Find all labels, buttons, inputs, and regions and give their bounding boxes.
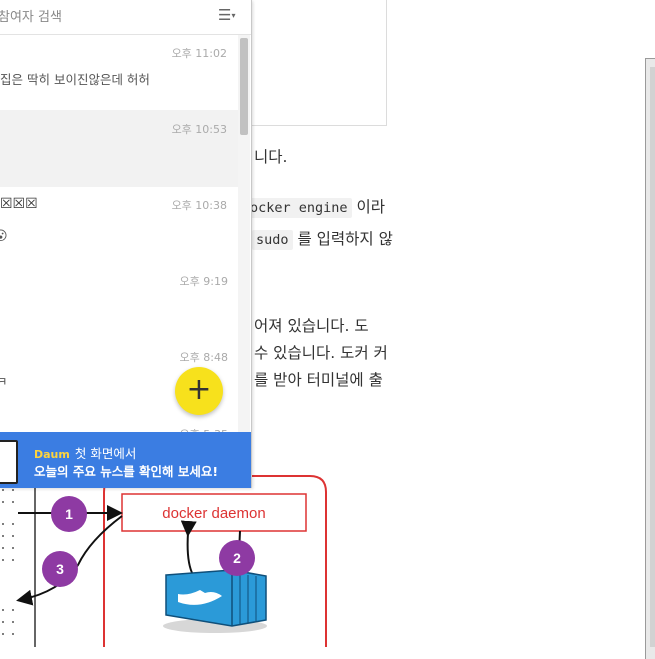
- chat-list-item[interactable]: 오후 10:38 ☒☒☒ 😮: [0, 187, 238, 255]
- step-1-badge: 1: [51, 496, 87, 532]
- article-text: sudo 를 입력하지 않: [246, 227, 393, 250]
- daum-logo: Daum: [34, 448, 70, 461]
- add-button[interactable]: +: [175, 367, 223, 415]
- content-card: [245, 0, 387, 126]
- participant-search-input[interactable]: 참여자 검색: [0, 6, 62, 25]
- docker-container-icon: [163, 569, 267, 633]
- message-time: 오후 11:02: [171, 47, 227, 60]
- article-text: 어져 있습니다. 도: [254, 317, 369, 335]
- article-text: 수 있습니다. 도커 커: [254, 344, 388, 362]
- chat-list-item[interactable]: 오후 9:19: [0, 255, 238, 335]
- message-time: 오후 8:48: [179, 351, 228, 364]
- chat-list-item[interactable]: 오후 11:02 집은 딱히 보이진않은데 허허: [0, 35, 238, 110]
- client-panel: [2, 485, 36, 647]
- message-time: 오후 10:53: [171, 123, 227, 136]
- svg-text:3: 3: [56, 561, 64, 577]
- article-text: ocker engine 이라: [246, 195, 385, 218]
- svg-text:1: 1: [65, 506, 73, 522]
- chat-header: 참여자 검색 ☰▾: [0, 0, 251, 35]
- inline-code: sudo: [252, 230, 293, 250]
- step-3-badge: 3: [42, 551, 78, 587]
- article-text: 를 받아 터미널에 출: [254, 371, 383, 389]
- emoji-icon: 😮: [0, 229, 8, 244]
- inline-code: ocker engine: [246, 198, 352, 218]
- svg-text:2: 2: [233, 550, 241, 566]
- message-time: 오후 10:38: [171, 199, 227, 212]
- message-preview: 집은 딱히 보이진않은데 허허: [0, 72, 150, 87]
- step-2-badge: 2: [219, 540, 255, 576]
- message-preview: ㅋ: [0, 371, 8, 390]
- banner-thumbnail: [0, 440, 18, 484]
- scrollbar-thumb[interactable]: [240, 38, 248, 135]
- chat-list-item[interactable]: 오후 10:53: [0, 110, 238, 187]
- article-text: 니다.: [254, 148, 288, 166]
- banner-line2: 오늘의 주요 뉴스를 확인해 보세요!: [34, 464, 219, 479]
- news-banner[interactable]: Daum 첫 화면에서 오늘의 주요 뉴스를 확인해 보세요!: [0, 432, 251, 488]
- message-time: 오후 9:19: [179, 275, 228, 288]
- chat-panel: 참여자 검색 ☰▾ 오후 11:02 집은 딱히 보이진않은데 허허 오후 10…: [0, 0, 252, 488]
- banner-line1: Daum 첫 화면에서: [34, 446, 137, 461]
- daemon-label: docker daemon: [162, 505, 265, 522]
- message-preview: ☒☒☒: [0, 196, 38, 212]
- menu-icon[interactable]: ☰▾: [218, 6, 235, 24]
